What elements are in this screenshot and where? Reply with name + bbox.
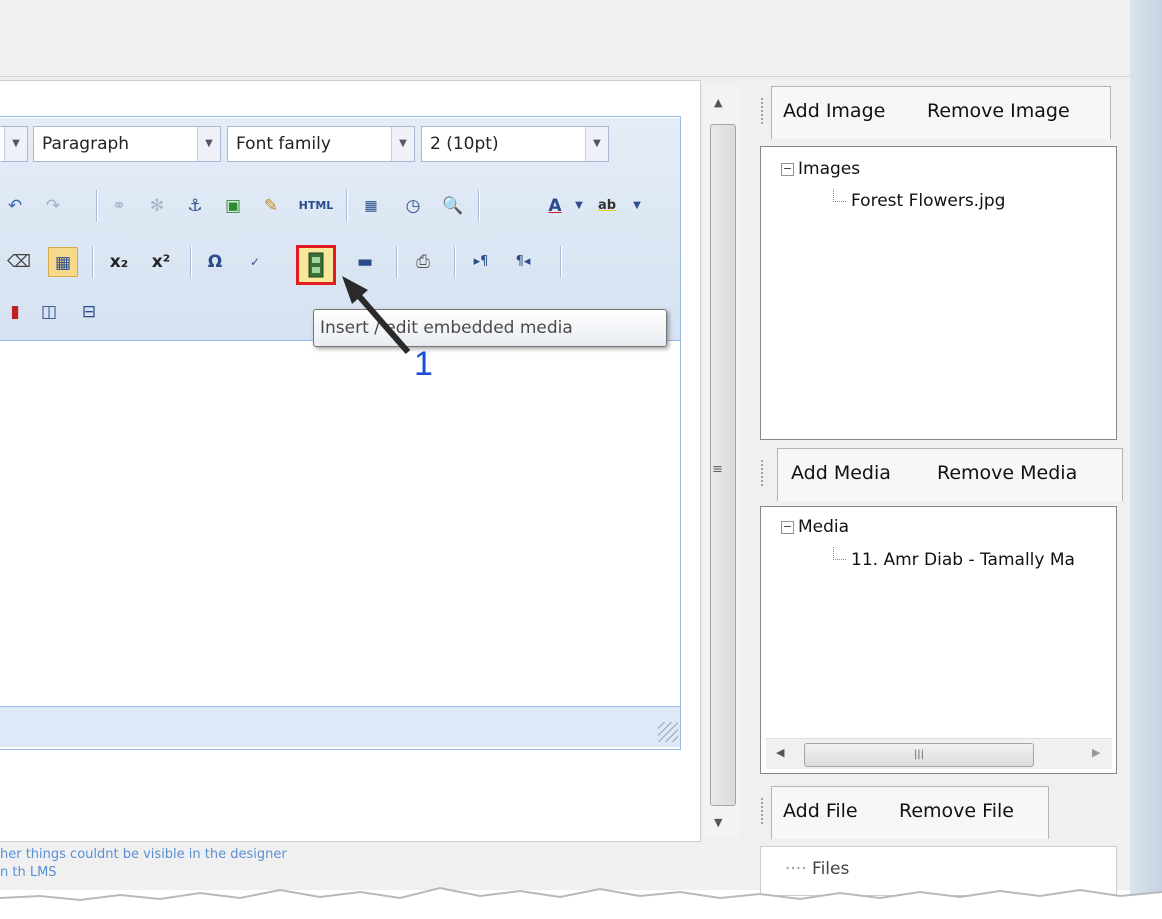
chevron-down-icon: ▼ [4,127,27,161]
cleanup-brush-icon[interactable]: ✎ [256,191,286,221]
tree-node-images[interactable]: − Images [781,159,860,179]
chevron-down-icon: ▼ [197,127,220,161]
tree-node-files[interactable]: ···· Files [785,859,849,879]
resize-handle[interactable] [658,722,678,742]
collapse-icon[interactable]: − [781,162,794,176]
toolbar-separator [92,246,93,278]
remove-image-button[interactable]: Remove Image [927,100,1070,122]
insert-time-icon[interactable]: ◷ [398,191,428,221]
undo-icon[interactable]: ↶ [0,191,30,221]
scroll-down-icon[interactable]: ▼ [714,816,722,829]
add-media-button[interactable]: Add Media [791,462,891,484]
tree-node-media-file[interactable]: 11. Amr Diab - Tamally Ma [851,550,1075,570]
superscript-icon[interactable]: x² [146,247,176,277]
editor-status-bar [0,706,680,747]
film-strip-icon [308,252,324,278]
style-select-partial[interactable]: ▼ [0,126,28,162]
template-icon[interactable]: ◫ [34,297,64,327]
link-icon[interactable]: ⚭ [104,191,134,221]
tree-node-media[interactable]: − Media [781,517,849,537]
page-break-icon[interactable]: ⊟ [74,297,104,327]
font-family-select[interactable]: Font family ▼ [227,126,415,162]
remove-media-button[interactable]: Remove Media [937,462,1077,484]
toolbar-separator [478,190,479,222]
eraser-icon[interactable]: ⌫ [4,247,34,277]
remove-file-button[interactable]: Remove File [899,800,1014,822]
insert-image-icon[interactable]: ▣ [218,191,248,221]
highlight-color-icon[interactable]: ab [592,191,622,221]
font-family-select-value: Font family [236,134,331,154]
layer-icon[interactable]: ▮ [0,297,30,327]
images-tree[interactable]: − Images Forest Flowers.jpg [760,146,1117,440]
collapse-icon[interactable]: − [781,520,794,534]
toolbar-grip [761,460,763,488]
scroll-up-icon[interactable]: ▲ [714,96,722,109]
images-toolbar: Add Image Remove Image [755,86,1125,139]
toolbar-separator [190,246,191,278]
window-outer-frame [1130,0,1162,919]
toolbar-separator [560,246,561,278]
table-icon[interactable]: ▦ [48,247,78,277]
grip-lines-icon: ≡ [712,462,723,477]
html-source-button[interactable]: HTML [292,191,340,221]
subscript-icon[interactable]: x₂ [104,247,134,277]
add-image-button[interactable]: Add Image [783,100,885,122]
toolbar-row-4: ▮ ◫ ⊟ [0,292,200,332]
spellcheck-icon[interactable]: ✓ [240,247,270,277]
chevron-down-icon[interactable]: ▼ [572,191,586,221]
format-select[interactable]: Paragraph ▼ [33,126,221,162]
format-select-value: Paragraph [42,134,130,154]
chevron-down-icon[interactable]: ▼ [630,191,644,221]
designer-note-line-1: her things couldnt be visible in the des… [0,847,287,862]
special-char-icon[interactable]: Ω [200,247,230,277]
chevron-down-icon: ▼ [391,127,414,161]
ltr-icon[interactable]: ▸¶ [466,247,496,277]
toolbar-row-2: ↶ ↷ ⚭ ✻ ⚓ ▣ ✎ HTML ▦ ◷ 🔍 A ▼ ab ▼ [0,186,680,226]
torn-edge-decoration [0,886,1162,919]
font-size-select-value: 2 (10pt) [430,134,499,154]
rtl-icon[interactable]: ¶◂ [508,247,538,277]
text-color-icon[interactable]: A [540,191,570,221]
toolbar-separator [346,190,347,222]
vertical-scrollbar[interactable]: ▲ ≡ ▼ [704,86,740,838]
toolbar-separator [454,246,455,278]
scroll-left-icon[interactable]: ◀ [776,746,784,759]
chevron-down-icon: ▼ [585,127,608,161]
files-toolbar: Add File Remove File [755,786,1125,839]
scroll-right-icon[interactable]: ▶ [1092,746,1100,759]
media-toolbar: Add Media Remove Media [755,448,1125,501]
window-top-bar [0,0,1130,77]
preview-icon[interactable]: 🔍 [438,191,468,221]
tree-connector [833,547,846,560]
horizontal-scrollbar[interactable]: ◀ ||| ▶ [766,738,1112,769]
annotation-step-number: 1 [414,345,433,383]
toolbar-grip [761,98,763,126]
scrollbar-thumb[interactable]: ||| [804,743,1034,767]
media-tree[interactable]: − Media 11. Amr Diab - Tamally Ma [760,506,1117,774]
redo-icon[interactable]: ↷ [38,191,68,221]
toolbar-separator [96,190,97,222]
add-file-button[interactable]: Add File [783,800,858,822]
tree-connector [833,189,846,202]
font-size-select[interactable]: 2 (10pt) ▼ [421,126,609,162]
anchor-icon[interactable]: ⚓ [180,191,210,221]
unlink-icon[interactable]: ✻ [142,191,172,221]
tree-node-image-file[interactable]: Forest Flowers.jpg [851,191,1005,211]
toolbar-grip [761,798,763,826]
insert-date-icon[interactable]: ▦ [356,191,386,221]
